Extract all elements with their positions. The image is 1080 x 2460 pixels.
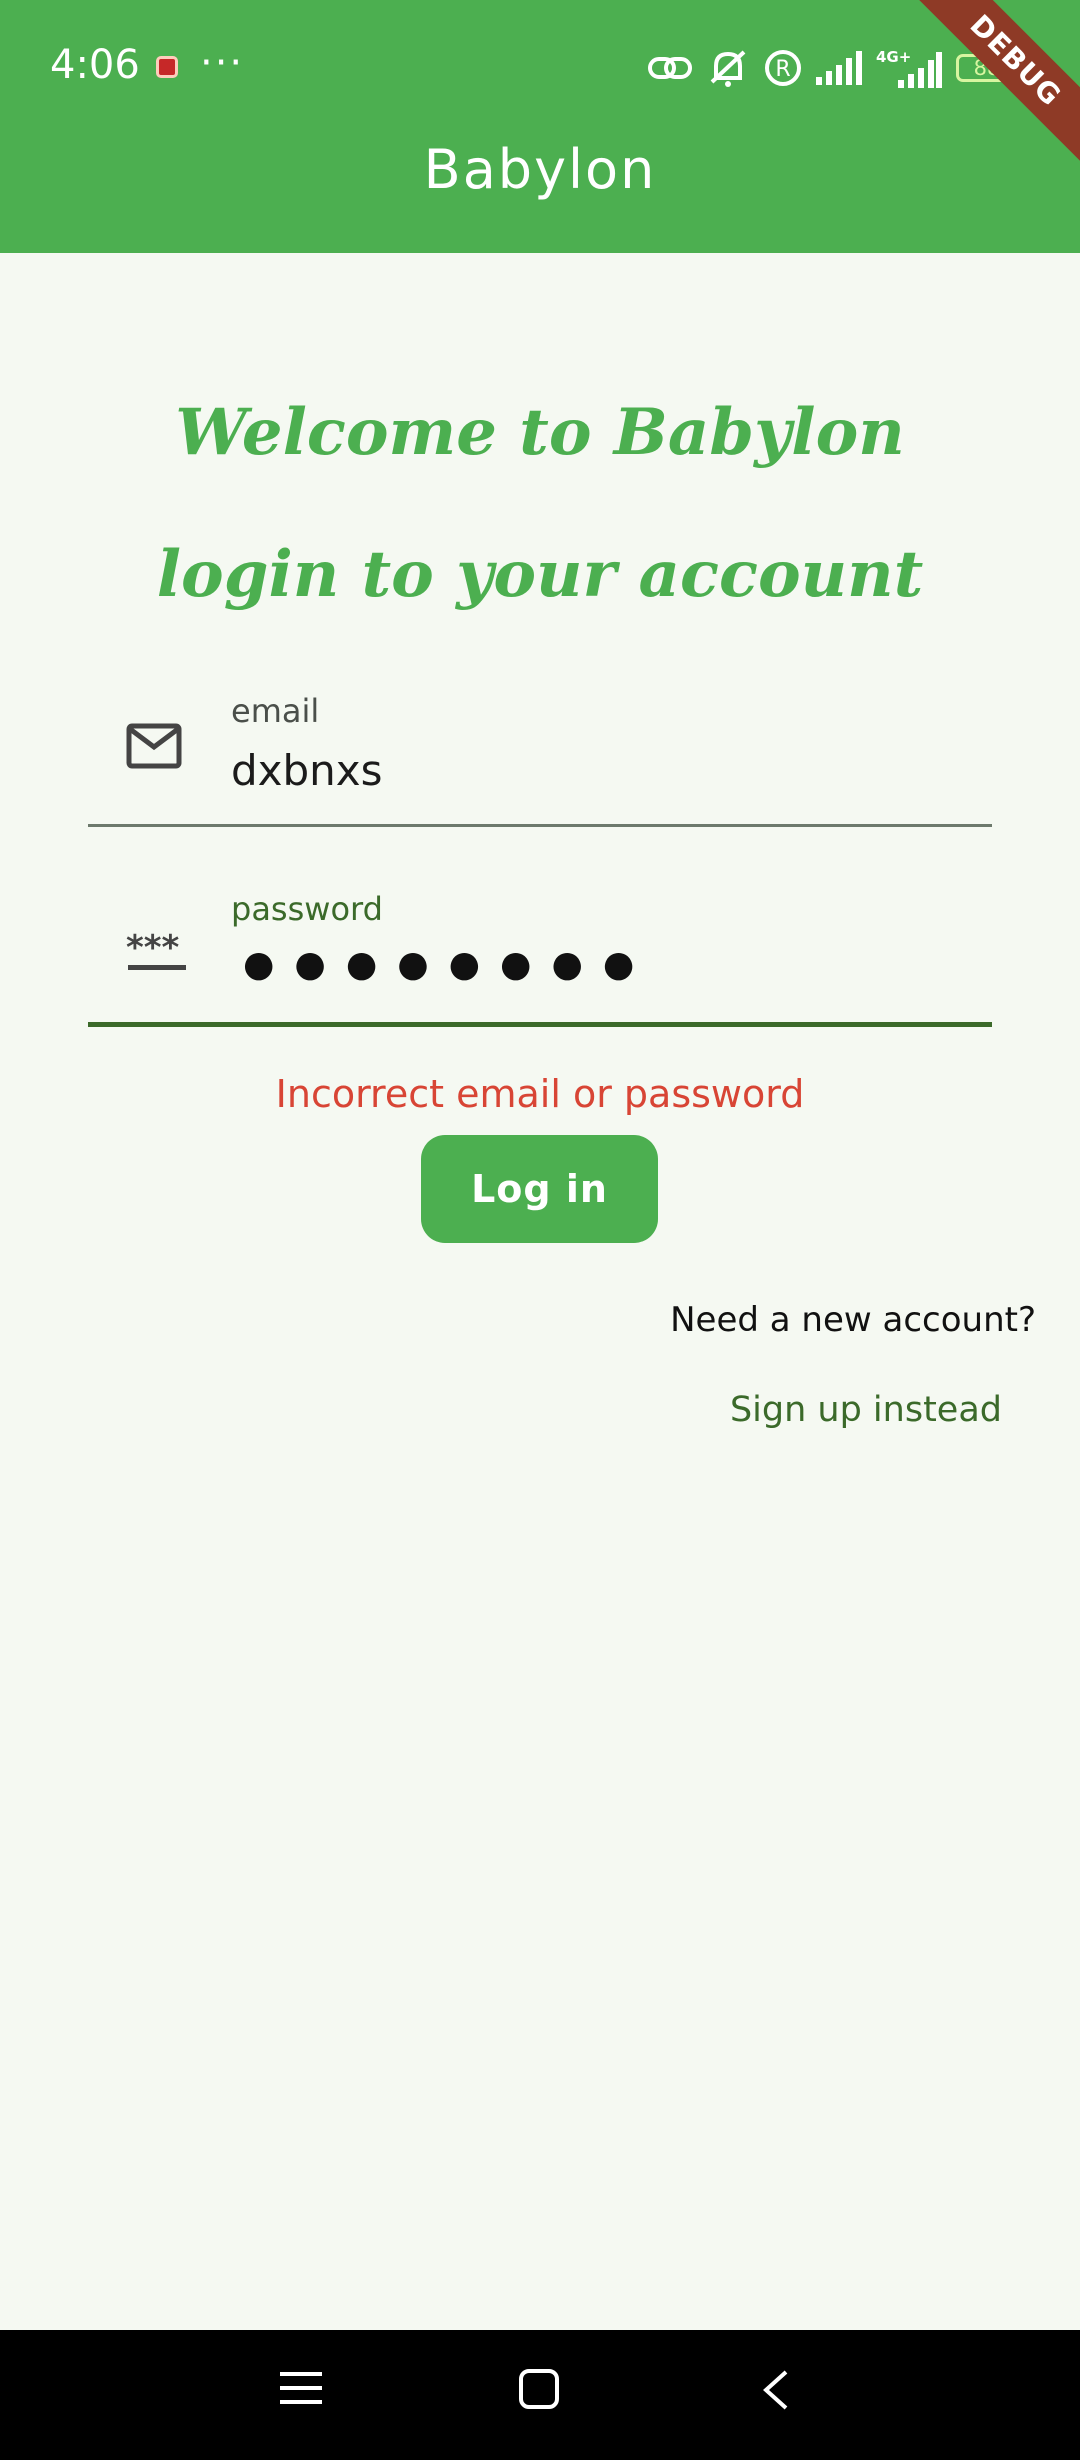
error-message: Incorrect email or password: [275, 1072, 805, 1116]
svg-text:***: ***: [126, 929, 180, 968]
app-bar: 4:06 ··· R 4G+ 88 Babylon: [0, 0, 1080, 253]
back-icon[interactable]: [760, 2368, 790, 2412]
status-bar: 4:06 ··· R 4G+ 88: [0, 0, 1080, 135]
status-icons: R 4G+ 88: [648, 46, 1023, 90]
status-time: 4:06: [50, 42, 140, 88]
signal-icon: [816, 51, 862, 85]
navigation-bar: [0, 2330, 1080, 2460]
email-field[interactable]: email dxbnxs: [88, 686, 992, 827]
mail-icon: [126, 723, 182, 769]
password-value[interactable]: ●●●●●●●●: [243, 944, 654, 985]
login-button[interactable]: Log in: [421, 1135, 658, 1243]
link-icon: [648, 57, 692, 79]
more-notifications-icon: ···: [200, 40, 245, 86]
registered-icon: R: [765, 50, 801, 86]
signup-prompt: Need a new account?: [670, 1300, 1036, 1340]
menu-icon[interactable]: [280, 2368, 322, 2408]
password-label: password: [231, 890, 383, 928]
welcome-heading: Welcome to Babylon: [175, 395, 905, 470]
signal-4g-icon: 4G+: [876, 48, 942, 88]
svg-text:R: R: [775, 57, 790, 82]
password-icon: ***: [126, 929, 186, 970]
login-subheading: login to your account: [156, 537, 924, 612]
app-title: Babylon: [423, 138, 657, 201]
email-label: email: [231, 692, 320, 730]
password-field[interactable]: *** password ●●●●●●●●: [88, 884, 992, 1027]
mute-bell-icon: [710, 50, 746, 87]
notification-icon: [156, 56, 178, 78]
email-value[interactable]: dxbnxs: [231, 746, 383, 795]
signup-link[interactable]: Sign up instead: [730, 1390, 1002, 1430]
svg-text:4G+: 4G+: [876, 48, 911, 66]
home-icon[interactable]: [518, 2368, 560, 2410]
